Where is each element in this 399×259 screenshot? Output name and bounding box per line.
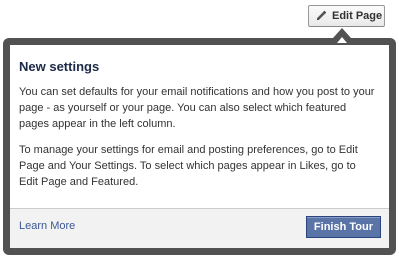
edit-page-label: Edit Page xyxy=(332,10,383,22)
tour-paragraph-2: To manage your settings for email and po… xyxy=(19,144,358,188)
tour-title: New settings xyxy=(19,59,100,74)
finish-tour-button[interactable]: Finish Tour xyxy=(305,216,381,238)
tour-dialog-content: New settings You can set defaults for yo… xyxy=(10,45,389,248)
edit-page-button[interactable]: Edit Page xyxy=(308,5,385,27)
tour-dialog-body: New settings You can set defaults for yo… xyxy=(10,45,389,190)
tour-footer: Learn More Finish Tour xyxy=(10,208,389,248)
learn-more-link[interactable]: Learn More xyxy=(19,220,75,232)
tour-pointer-arrow-inner xyxy=(337,37,347,43)
pencil-icon xyxy=(315,10,327,22)
tour-paragraph-1: You can set defaults for your email noti… xyxy=(19,86,375,130)
tour-dialog: New settings You can set defaults for yo… xyxy=(3,38,396,255)
